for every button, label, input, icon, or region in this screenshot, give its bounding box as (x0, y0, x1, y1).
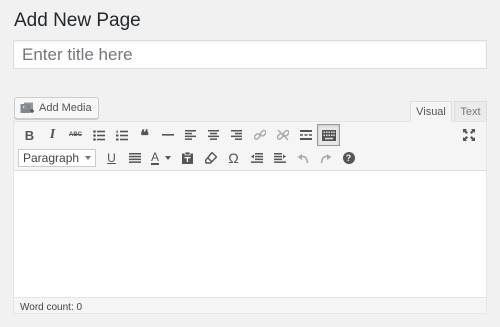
clear-formatting-icon (204, 152, 217, 164)
insert-link-button[interactable] (248, 124, 271, 146)
keyboard-shortcuts-button[interactable]: ? (337, 147, 360, 169)
read-more-button[interactable] (294, 124, 317, 146)
add-media-label: Add Media (39, 102, 92, 114)
keyboard-shortcuts-icon: ? (342, 152, 355, 164)
redo-icon (320, 153, 331, 163)
format-select-value: Paragraph (23, 151, 80, 165)
indent-icon (273, 153, 286, 163)
word-count: Word count: 0 (20, 302, 83, 313)
editor: B I ABC ❝ Paragraph U A Ω ? Word count: … (13, 121, 487, 314)
outdent-icon (250, 153, 263, 163)
align-left-icon (185, 130, 196, 140)
bulleted-list-button[interactable] (87, 124, 110, 146)
align-center-icon (208, 130, 219, 140)
clear-formatting-button[interactable] (199, 147, 222, 169)
align-center-button[interactable] (202, 124, 225, 146)
special-character-button[interactable]: Ω (222, 147, 245, 169)
page-title: Add New Page (14, 10, 141, 31)
undo-icon (297, 153, 308, 163)
title-input[interactable] (13, 40, 487, 69)
text-color-icon: A (150, 149, 159, 165)
bulleted-list-icon (92, 129, 105, 141)
justify-button[interactable] (123, 147, 146, 169)
italic-button[interactable]: I (41, 124, 64, 146)
horizontal-line-button[interactable] (156, 124, 179, 146)
blockquote-button[interactable]: ❝ (133, 124, 156, 146)
indent-button[interactable] (268, 147, 291, 169)
editor-toolbar: B I ABC ❝ Paragraph U A Ω ? (14, 122, 486, 171)
undo-button[interactable] (291, 147, 314, 169)
paste-as-text-button[interactable] (176, 147, 199, 169)
content-editor-area[interactable] (14, 171, 486, 297)
underline-icon: U (107, 151, 116, 165)
italic-icon: I (49, 127, 56, 142)
special-character-icon: Ω (228, 150, 239, 166)
toolbar-toggle-button[interactable] (317, 124, 340, 146)
chevron-down-icon (85, 156, 91, 160)
fullscreen-icon (462, 129, 475, 141)
text-color-button[interactable]: A (146, 147, 176, 169)
paste-as-text-icon (182, 152, 193, 164)
align-right-button[interactable] (225, 124, 248, 146)
toolbar-row-1: B I ABC ❝ (18, 124, 340, 146)
tab-visual[interactable]: Visual (410, 101, 452, 122)
fullscreen-button[interactable] (457, 124, 480, 146)
paragraph-format-select[interactable]: Paragraph (18, 149, 96, 167)
remove-link-icon (276, 129, 289, 141)
numbered-list-button[interactable] (110, 124, 133, 146)
bold-icon: B (24, 127, 35, 143)
toolbar-row-2: Paragraph U A Ω ? (18, 147, 360, 169)
align-left-button[interactable] (179, 124, 202, 146)
horizontal-line-icon (161, 134, 174, 136)
blockquote-icon: ❝ (140, 128, 149, 145)
justify-icon (128, 153, 141, 163)
add-media-icon (20, 102, 35, 114)
tab-text[interactable]: Text (454, 101, 487, 122)
underline-button[interactable]: U (100, 147, 123, 169)
toolbar-toggle-icon (321, 129, 336, 141)
bold-button[interactable]: B (18, 124, 41, 146)
text-color-dropdown-icon (165, 156, 171, 160)
remove-link-button[interactable] (271, 124, 294, 146)
add-media-button[interactable]: Add Media (14, 97, 99, 119)
redo-button[interactable] (314, 147, 337, 169)
outdent-button[interactable] (245, 147, 268, 169)
read-more-icon (299, 130, 312, 140)
numbered-list-icon (115, 130, 128, 140)
strikethrough-icon: ABC (69, 132, 82, 138)
align-right-icon (231, 130, 242, 140)
insert-link-icon (253, 129, 266, 140)
editor-statusbar: Word count: 0 (14, 297, 486, 313)
strikethrough-button[interactable]: ABC (64, 124, 87, 146)
